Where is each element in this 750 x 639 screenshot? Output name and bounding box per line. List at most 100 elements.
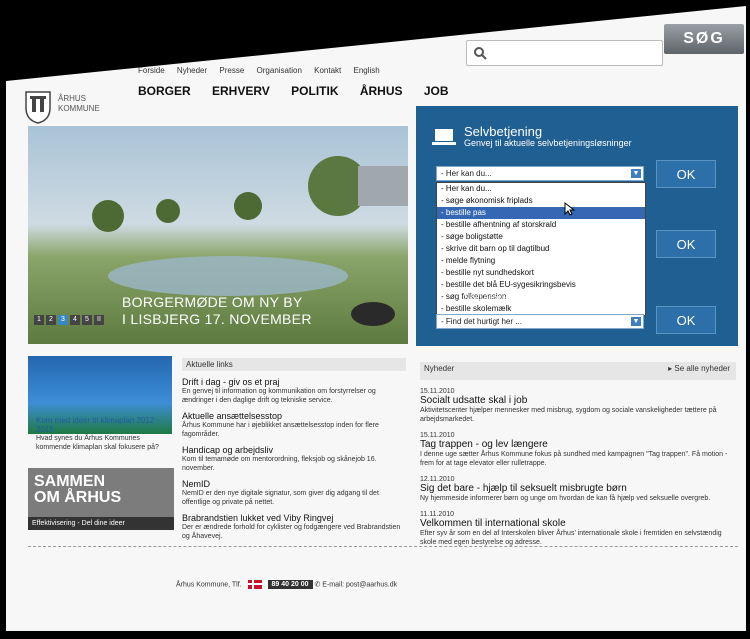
webpage: SØG ÅRHUS KOMMUNE Forside Nyheder Presse… — [6, 6, 746, 631]
all-news-link[interactable]: ▸ Se alle nyheder — [668, 364, 730, 373]
main-nav-aarhus[interactable]: ÅRHUS — [360, 84, 403, 98]
news-text: I denne uge sætter Århus Kommune fokus p… — [420, 451, 728, 467]
util-nav-organisation[interactable]: Organisation — [257, 66, 302, 75]
sammen-link[interactable]: Effektivisering - Del dine ideer — [28, 517, 174, 530]
news-header-title: Nyheder — [424, 364, 455, 373]
news-date: 11.11.2010 — [420, 511, 454, 518]
slide-pager: 1 2 3 4 5 II — [34, 308, 106, 326]
news-text: Aktivitetscenter hjælper mennesker med m… — [420, 407, 717, 423]
pause-icon[interactable]: II — [94, 315, 104, 325]
link-title[interactable]: Drift i dag - giv os et praj — [182, 377, 406, 387]
main-nav-erhverv[interactable]: ERHVERV — [212, 84, 270, 98]
self-service-subtitle: Genvej til aktuelle selvbetjeningsløsnin… — [464, 138, 632, 148]
dropdown-option[interactable]: - bestille nyt sundhedskort — [437, 267, 645, 279]
news-text: Ny hjemmeside informerer børn og unge om… — [420, 495, 711, 502]
slide-2[interactable]: 2 — [46, 315, 56, 325]
news-text: Efter syv år som en del af Interskolen b… — [420, 530, 722, 546]
search-icon — [474, 47, 487, 60]
link-title[interactable]: Aktuelle ansættelsesstop — [182, 411, 406, 421]
news-item[interactable]: 11.11.2010 Velkommen til international s… — [420, 511, 736, 547]
dropdown-option[interactable]: - melde flytning — [437, 255, 645, 267]
news-item[interactable]: 15.11.2010 Socialt udsatte skal i job Ak… — [420, 388, 736, 424]
news-title[interactable]: Tag trappen - og lev længere — [420, 439, 736, 450]
logo-line1: ÅRHUS — [58, 94, 87, 103]
phone-icon: ✆ — [314, 581, 321, 589]
utility-nav: Forside Nyheder Presse Organisation Kont… — [138, 66, 390, 75]
sammen-banner[interactable]: SAMMEN OM ÅRHUS Effektivisering - Del di… — [28, 468, 174, 530]
main-nav-borger[interactable]: BORGER — [138, 84, 191, 98]
dropdown-option[interactable]: - søge boligstøtte — [437, 231, 645, 243]
ok-button-1[interactable]: OK — [656, 160, 716, 188]
news-item[interactable]: 12.11.2010 Sig det bare - hjælp til seks… — [420, 476, 736, 503]
sammen-line1: SAMMEN — [34, 473, 106, 490]
logo-line2: KOMMUNE — [58, 104, 100, 113]
link-item[interactable]: NemID NemID er den nye digitale signatur… — [182, 479, 406, 507]
hero-caption-line2: I LISBJERG 17. NOVEMBER — [122, 311, 312, 327]
footer-org: Århus Kommune, Tlf. — [176, 581, 242, 589]
news-title[interactable]: Sig det bare - hjælp til seksuelt misbru… — [420, 483, 736, 494]
climate-teaser[interactable]: Kom med ideer til klimaplan 2012 - 2015 … — [36, 416, 176, 452]
util-nav-nyheder[interactable]: Nyheder — [177, 66, 207, 75]
util-nav-kontakt[interactable]: Kontakt — [314, 66, 341, 75]
link-text: Der er ændrede forhold for cyklister og … — [182, 524, 401, 540]
link-title[interactable]: NemID — [182, 479, 406, 489]
slide-5[interactable]: 5 — [82, 315, 92, 325]
link-text: NemID er den nye digitale signatur, som … — [182, 490, 379, 506]
news-item[interactable]: 15.11.2010 Tag trappen - og lev længere … — [420, 432, 736, 468]
dropdown-option[interactable]: - søge økonomisk friplads — [437, 195, 645, 207]
link-title[interactable]: Handicap og arbejdsliv — [182, 445, 406, 455]
footer: Århus Kommune, Tlf. 89 40 20 00 ✆ E-mail… — [176, 580, 397, 590]
search-input[interactable] — [466, 40, 663, 66]
slide-3[interactable]: 3 — [58, 315, 68, 325]
news-header: Nyheder ▸ Se alle nyheder — [420, 362, 736, 380]
dropdown-option-selected[interactable]: - bestille pas — [437, 207, 645, 219]
main-nav-politik[interactable]: POLITIK — [291, 84, 338, 98]
links-header: Aktuelle links — [182, 358, 406, 371]
climate-title[interactable]: Kom med ideer til klimaplan 2012 - 2015 — [36, 416, 176, 434]
search-button[interactable]: SØG — [664, 24, 744, 54]
link-text: En genvej til information og kommunikati… — [182, 388, 376, 404]
hero-caption-line1: BORGERMØDE OM NY BY — [122, 294, 303, 310]
mouse-cursor-icon — [564, 202, 576, 216]
hero-banner[interactable]: 1 2 3 4 5 II BORGERMØDE OM NY BY I LISBJERG 1… — [28, 126, 408, 344]
popular-services-select[interactable]: - Find det hurtigt her ... ▼ — [436, 314, 644, 329]
ok-button-2[interactable]: OK — [656, 230, 716, 258]
chevron-down-icon[interactable]: ▼ — [631, 317, 641, 326]
news-date: 15.11.2010 — [420, 432, 455, 439]
link-title[interactable]: Brabrandstien lukket ved Viby Ringvej — [182, 513, 406, 523]
link-text: Kom til temamøde om mentorordning, fleks… — [182, 456, 377, 472]
dropdown-option[interactable]: - bestille det blå EU-sygesikringsbevis — [437, 279, 645, 291]
dropdown-option[interactable]: - Her kan du... — [437, 183, 645, 195]
slide-1[interactable]: 1 — [34, 315, 44, 325]
link-text: Århus Kommune har i øjeblikket ansættels… — [182, 422, 379, 438]
hero-caption[interactable]: BORGERMØDE OM NY BY I LISBJERG 17. NOVEM… — [122, 294, 312, 328]
climate-text: Hvad synes du Århus Kommunes kommende kl… — [36, 435, 159, 451]
sammen-line2: OM ÅRHUS — [34, 489, 122, 506]
util-nav-presse[interactable]: Presse — [219, 66, 244, 75]
search-area: SØG — [446, 14, 746, 74]
footer-email[interactable]: E-mail: post@aarhus.dk — [322, 581, 397, 588]
dropdown-option[interactable]: - skrive dit barn op til dagtilbud — [437, 243, 645, 255]
footer-phone[interactable]: 89 40 20 00 — [267, 580, 313, 590]
self-service-panel: Selvbetjening Genvej til aktuelle selvbe… — [416, 106, 738, 346]
link-item[interactable]: Drift i dag - giv os et praj En genvej t… — [182, 377, 406, 405]
link-item[interactable]: Brabrandstien lukket ved Viby Ringvej De… — [182, 513, 406, 541]
link-item[interactable]: Handicap og arbejdsliv Kom til temamøde … — [182, 445, 406, 473]
danish-flag-icon — [247, 580, 262, 589]
news-date: 15.11.2010 — [420, 388, 455, 395]
link-item[interactable]: Aktuelle ansættelsesstop Århus Kommune h… — [182, 411, 406, 439]
news-title[interactable]: Socialt udsatte skal i job — [420, 395, 736, 406]
slide-4[interactable]: 4 — [70, 315, 80, 325]
news-date: 12.11.2010 — [420, 476, 455, 483]
self-service-select[interactable]: - Her kan du... ▼ — [436, 166, 644, 181]
news-title[interactable]: Velkommen til international skole — [420, 518, 736, 529]
all-news-label: Se alle nyheder — [674, 364, 730, 373]
util-nav-forside[interactable]: Forside — [138, 66, 165, 75]
ok-button-3[interactable]: OK — [656, 306, 716, 334]
self-service-title: Selvbetjening — [464, 124, 543, 139]
dropdown-option[interactable]: - bestille afhentning af storskrald — [437, 219, 645, 231]
chevron-down-icon[interactable]: ▼ — [631, 169, 641, 178]
main-nav-job[interactable]: JOB — [424, 84, 449, 98]
util-nav-english[interactable]: English — [354, 66, 380, 75]
logo[interactable]: ÅRHUS KOMMUNE — [24, 88, 144, 128]
